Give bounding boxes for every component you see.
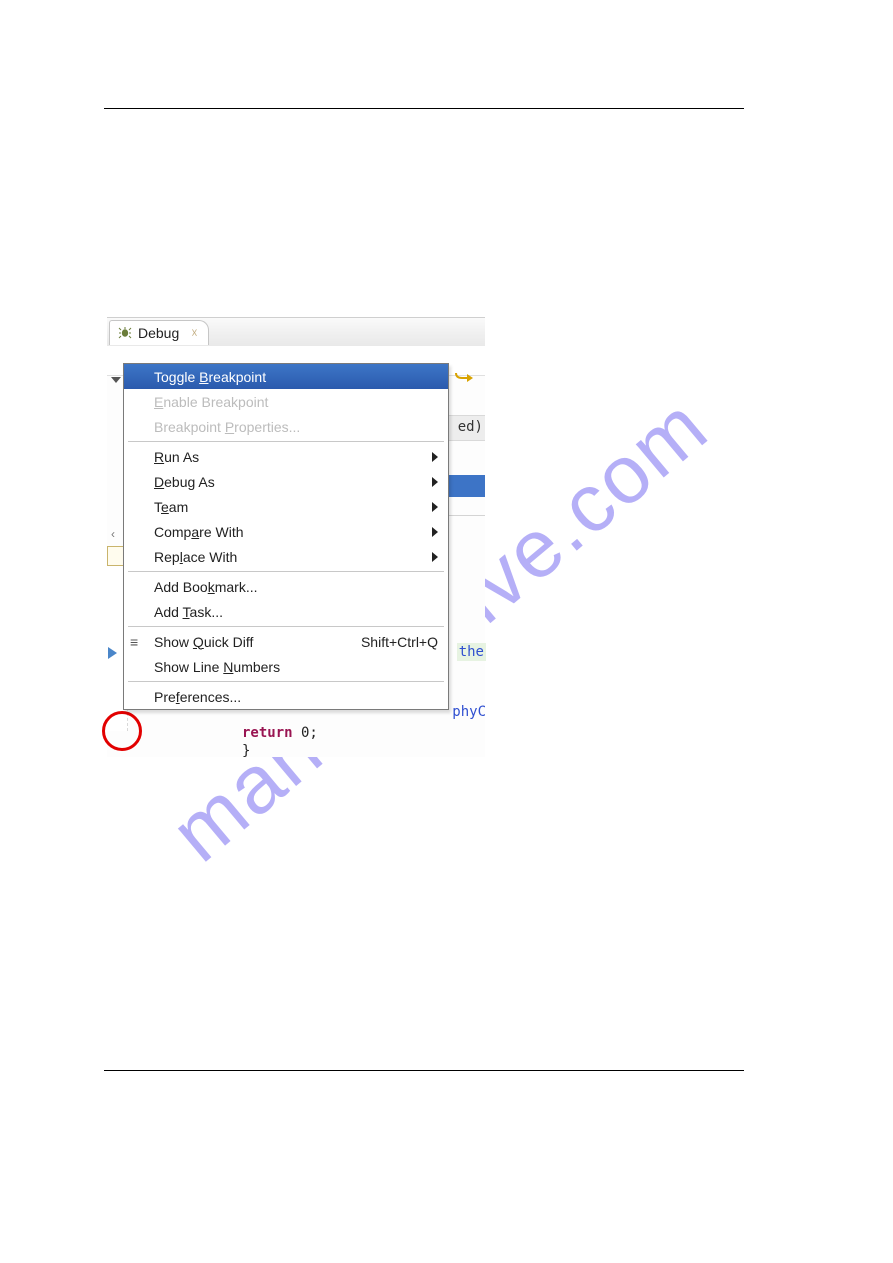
submenu-arrow-icon — [432, 552, 438, 562]
debug-tab-label: Debug — [138, 325, 179, 341]
menu-compare-with[interactable]: Compare With — [124, 519, 448, 544]
tab-close-glyph: ☓ — [191, 326, 197, 340]
menu-show-line-numbers[interactable]: Show Line Numbers — [124, 654, 448, 679]
submenu-arrow-icon — [432, 527, 438, 537]
step-return-icon[interactable] — [453, 363, 475, 385]
submenu-arrow-icon — [432, 477, 438, 487]
submenu-arrow-icon — [432, 502, 438, 512]
tree-collapse-triangle-icon[interactable] — [111, 377, 119, 385]
debug-view-tab[interactable]: Debug ☓ — [109, 320, 209, 345]
editor-file-icon — [107, 546, 124, 566]
menu-preferences[interactable]: Preferences... — [124, 684, 448, 709]
horizontal-scroll-left-button[interactable]: ‹ — [111, 527, 115, 541]
editor-context-menu: Toggle Breakpoint Enable Breakpoint Brea… — [123, 363, 449, 710]
bottom-rule — [104, 1070, 744, 1071]
eclipse-screenshot: Debug ☓ ed) ‹ — [107, 317, 485, 757]
top-rule — [104, 108, 744, 109]
code-snippet-phy: phyC — [452, 704, 486, 720]
menu-separator — [128, 441, 444, 442]
menu-separator — [128, 571, 444, 572]
selected-thread-row-fragment — [445, 475, 485, 497]
code-snippet-the: the — [457, 643, 486, 661]
code-return-line: return 0; — [242, 725, 318, 741]
execution-pointer-icon — [108, 647, 122, 659]
menu-run-as[interactable]: Run As — [124, 444, 448, 469]
menu-toggle-breakpoint[interactable]: Toggle Breakpoint — [124, 364, 448, 389]
shortcut-label: Shift+Ctrl+Q — [361, 634, 438, 650]
menu-debug-as[interactable]: Debug As — [124, 469, 448, 494]
menu-breakpoint-properties: Breakpoint Properties... — [124, 414, 448, 439]
menu-separator — [128, 626, 444, 627]
keyword-return: return — [242, 725, 293, 741]
menu-replace-with[interactable]: Replace With — [124, 544, 448, 569]
annotation-circle — [102, 711, 142, 751]
menu-enable-breakpoint: Enable Breakpoint — [124, 389, 448, 414]
quick-diff-icon: ≡ — [130, 634, 138, 650]
obscured-text-ed: ed) — [458, 419, 483, 435]
menu-separator — [128, 681, 444, 682]
menu-add-bookmark[interactable]: Add Bookmark... — [124, 574, 448, 599]
bug-icon — [118, 325, 132, 341]
return-rest: 0; — [293, 725, 318, 741]
submenu-arrow-icon — [432, 452, 438, 462]
menu-show-quick-diff[interactable]: ≡ Show Quick Diff Shift+Ctrl+Q — [124, 629, 448, 654]
menu-add-task[interactable]: Add Task... — [124, 599, 448, 624]
view-tab-strip: Debug ☓ — [107, 317, 485, 346]
closing-brace: } — [242, 743, 250, 759]
menu-team[interactable]: Team — [124, 494, 448, 519]
